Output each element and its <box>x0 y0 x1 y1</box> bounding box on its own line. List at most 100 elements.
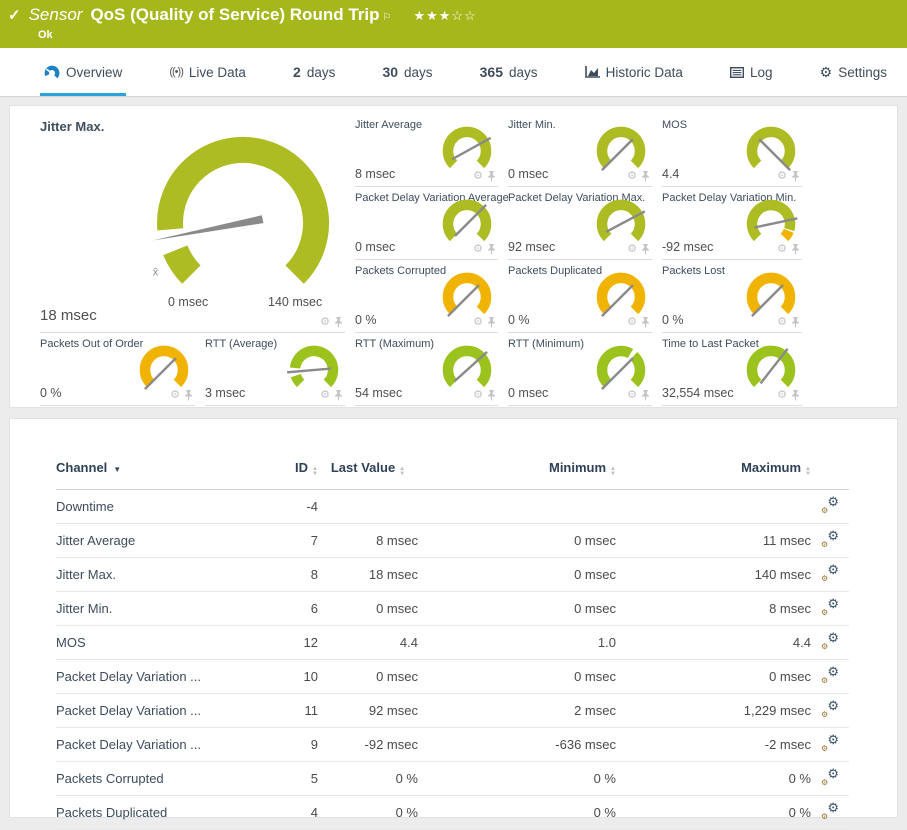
tab-30-days[interactable]: 30days <box>378 48 436 96</box>
pin-icon[interactable] <box>487 390 496 401</box>
tab-settings[interactable]: ⚙Settings <box>816 48 891 96</box>
gauge-value: 0 % <box>508 313 530 327</box>
gear-icon[interactable]: ⚙ <box>473 171 483 182</box>
cell-id: 6 <box>246 591 318 625</box>
gauge-packets-duplicated: Packets Duplicated0 %⚙ <box>508 260 652 333</box>
edit-channel-icon[interactable]: ⚙⚙ <box>821 565 839 581</box>
gear-icon[interactable]: ⚙ <box>473 390 483 401</box>
pin-icon[interactable] <box>487 317 496 328</box>
column-header-max[interactable]: Maximum▲▼ <box>616 455 811 489</box>
cell-edit: ⚙⚙ <box>811 523 849 557</box>
cell-last: 0 % <box>318 761 418 795</box>
pin-icon[interactable] <box>334 390 343 401</box>
pin-icon[interactable] <box>791 390 800 401</box>
cell-max: 0 % <box>616 761 811 795</box>
tab-2-days[interactable]: 2days <box>289 48 339 96</box>
gear-icon[interactable]: ⚙ <box>777 171 787 182</box>
gear-icon[interactable]: ⚙ <box>473 317 483 328</box>
edit-channel-icon[interactable]: ⚙⚙ <box>821 531 839 547</box>
edit-channel-icon[interactable]: ⚙⚙ <box>821 803 839 819</box>
column-header-id[interactable]: ID ▲▼ <box>246 455 318 489</box>
channel-name[interactable]: MOS <box>56 625 246 659</box>
pin-icon[interactable] <box>641 317 650 328</box>
pin-icon[interactable] <box>487 171 496 182</box>
gear-icon[interactable]: ⚙ <box>627 390 637 401</box>
gear-icon[interactable]: ⚙ <box>320 317 330 328</box>
tab-historic-data[interactable]: Historic Data <box>581 48 687 96</box>
cell-id: 8 <box>246 557 318 591</box>
edit-channel-icon[interactable]: ⚙⚙ <box>821 769 839 785</box>
pin-icon[interactable] <box>487 244 496 255</box>
gear-large: ⚙ <box>827 494 839 510</box>
gear-icon[interactable]: ⚙ <box>320 390 330 401</box>
pin-icon[interactable] <box>641 390 650 401</box>
sort-both-icon: ▲▼ <box>610 467 616 476</box>
channel-name[interactable]: Jitter Max. <box>56 557 246 591</box>
gear-icon[interactable]: ⚙ <box>627 317 637 328</box>
edit-channel-icon[interactable]: ⚙⚙ <box>821 735 839 751</box>
cell-max: 0 msec <box>616 659 811 693</box>
cell-max: 4.4 <box>616 625 811 659</box>
list-icon-wrap <box>730 67 744 78</box>
tab-365-days[interactable]: 365days <box>476 48 542 96</box>
gear-large: ⚙ <box>827 630 839 646</box>
sort-down: ▼ <box>610 472 616 477</box>
cell-id: 9 <box>246 727 318 761</box>
channel-name[interactable]: Downtime <box>56 489 246 523</box>
gear-large: ⚙ <box>827 596 839 612</box>
cell-edit: ⚙⚙ <box>811 659 849 693</box>
tab-number: 30 <box>382 64 398 80</box>
sort-both-icon: ▲▼ <box>312 467 318 476</box>
channel-name[interactable]: Jitter Min. <box>56 591 246 625</box>
channel-name[interactable]: Packet Delay Variation ... <box>56 727 246 761</box>
pin-icon[interactable] <box>791 171 800 182</box>
tab-label: Settings <box>838 65 887 80</box>
flag-icon[interactable]: ⚐ <box>383 12 392 23</box>
pin-icon[interactable] <box>791 244 800 255</box>
gauge-packets-corrupted: Packets Corrupted0 %⚙ <box>355 260 498 333</box>
tab-label: Overview <box>66 65 122 80</box>
pin-icon[interactable] <box>184 390 193 401</box>
pin-icon[interactable] <box>641 244 650 255</box>
gauge-jitter-min: Jitter Min.0 msec⚙ <box>508 114 652 187</box>
gear-icon[interactable]: ⚙ <box>777 390 787 401</box>
tab-live-data[interactable]: ((•))Live Data <box>165 48 250 96</box>
channel-name[interactable]: Packets Corrupted <box>56 761 246 795</box>
column-label: ID <box>295 460 308 475</box>
edit-channel-icon[interactable]: ⚙⚙ <box>821 701 839 717</box>
priority-stars[interactable]: ★★★☆☆ <box>413 8 476 24</box>
gear-icon[interactable]: ⚙ <box>627 171 637 182</box>
cell-edit: ⚙⚙ <box>811 591 849 625</box>
cell-id: 7 <box>246 523 318 557</box>
column-header-last[interactable]: Last Value▲▼ <box>318 455 418 489</box>
gauge-actions: ⚙ <box>627 390 650 401</box>
pin-icon[interactable] <box>641 171 650 182</box>
channel-name[interactable]: Packets Duplicated <box>56 795 246 829</box>
edit-channel-icon[interactable]: ⚙⚙ <box>821 497 839 513</box>
channel-name[interactable]: Packet Delay Variation ... <box>56 693 246 727</box>
gear-icon[interactable]: ⚙ <box>777 317 787 328</box>
edit-channel-icon[interactable]: ⚙⚙ <box>821 667 839 683</box>
gauge-grid: Jitter Max. x̄ 0 msec 140 msec 18 msec ⚙… <box>40 114 897 406</box>
channel-name[interactable]: Packet Delay Variation ... <box>56 659 246 693</box>
edit-channel-icon[interactable]: ⚙⚙ <box>821 633 839 649</box>
tab-log[interactable]: Log <box>726 48 777 96</box>
tab-overview[interactable]: Overview <box>40 48 126 96</box>
historic-data-icon <box>585 66 600 78</box>
gear-icon[interactable]: ⚙ <box>777 244 787 255</box>
gauge-actions: ⚙ <box>473 390 496 401</box>
gear-icon[interactable]: ⚙ <box>473 244 483 255</box>
cell-min: 2 msec <box>418 693 616 727</box>
cell-id: 12 <box>246 625 318 659</box>
pin-icon[interactable] <box>334 317 343 328</box>
gear-icon[interactable]: ⚙ <box>627 244 637 255</box>
pin-icon[interactable] <box>791 317 800 328</box>
page-title: QoS (Quality of Service) Round Trip <box>90 5 379 25</box>
channel-name[interactable]: Jitter Average <box>56 523 246 557</box>
edit-channel-icon[interactable]: ⚙⚙ <box>821 599 839 615</box>
gauge-value: 54 msec <box>355 386 402 400</box>
column-header-min[interactable]: Minimum▲▼ <box>418 455 616 489</box>
gear-icon[interactable]: ⚙ <box>170 390 180 401</box>
column-header-channel[interactable]: Channel▼ <box>56 455 246 489</box>
cell-max: 140 msec <box>616 557 811 591</box>
